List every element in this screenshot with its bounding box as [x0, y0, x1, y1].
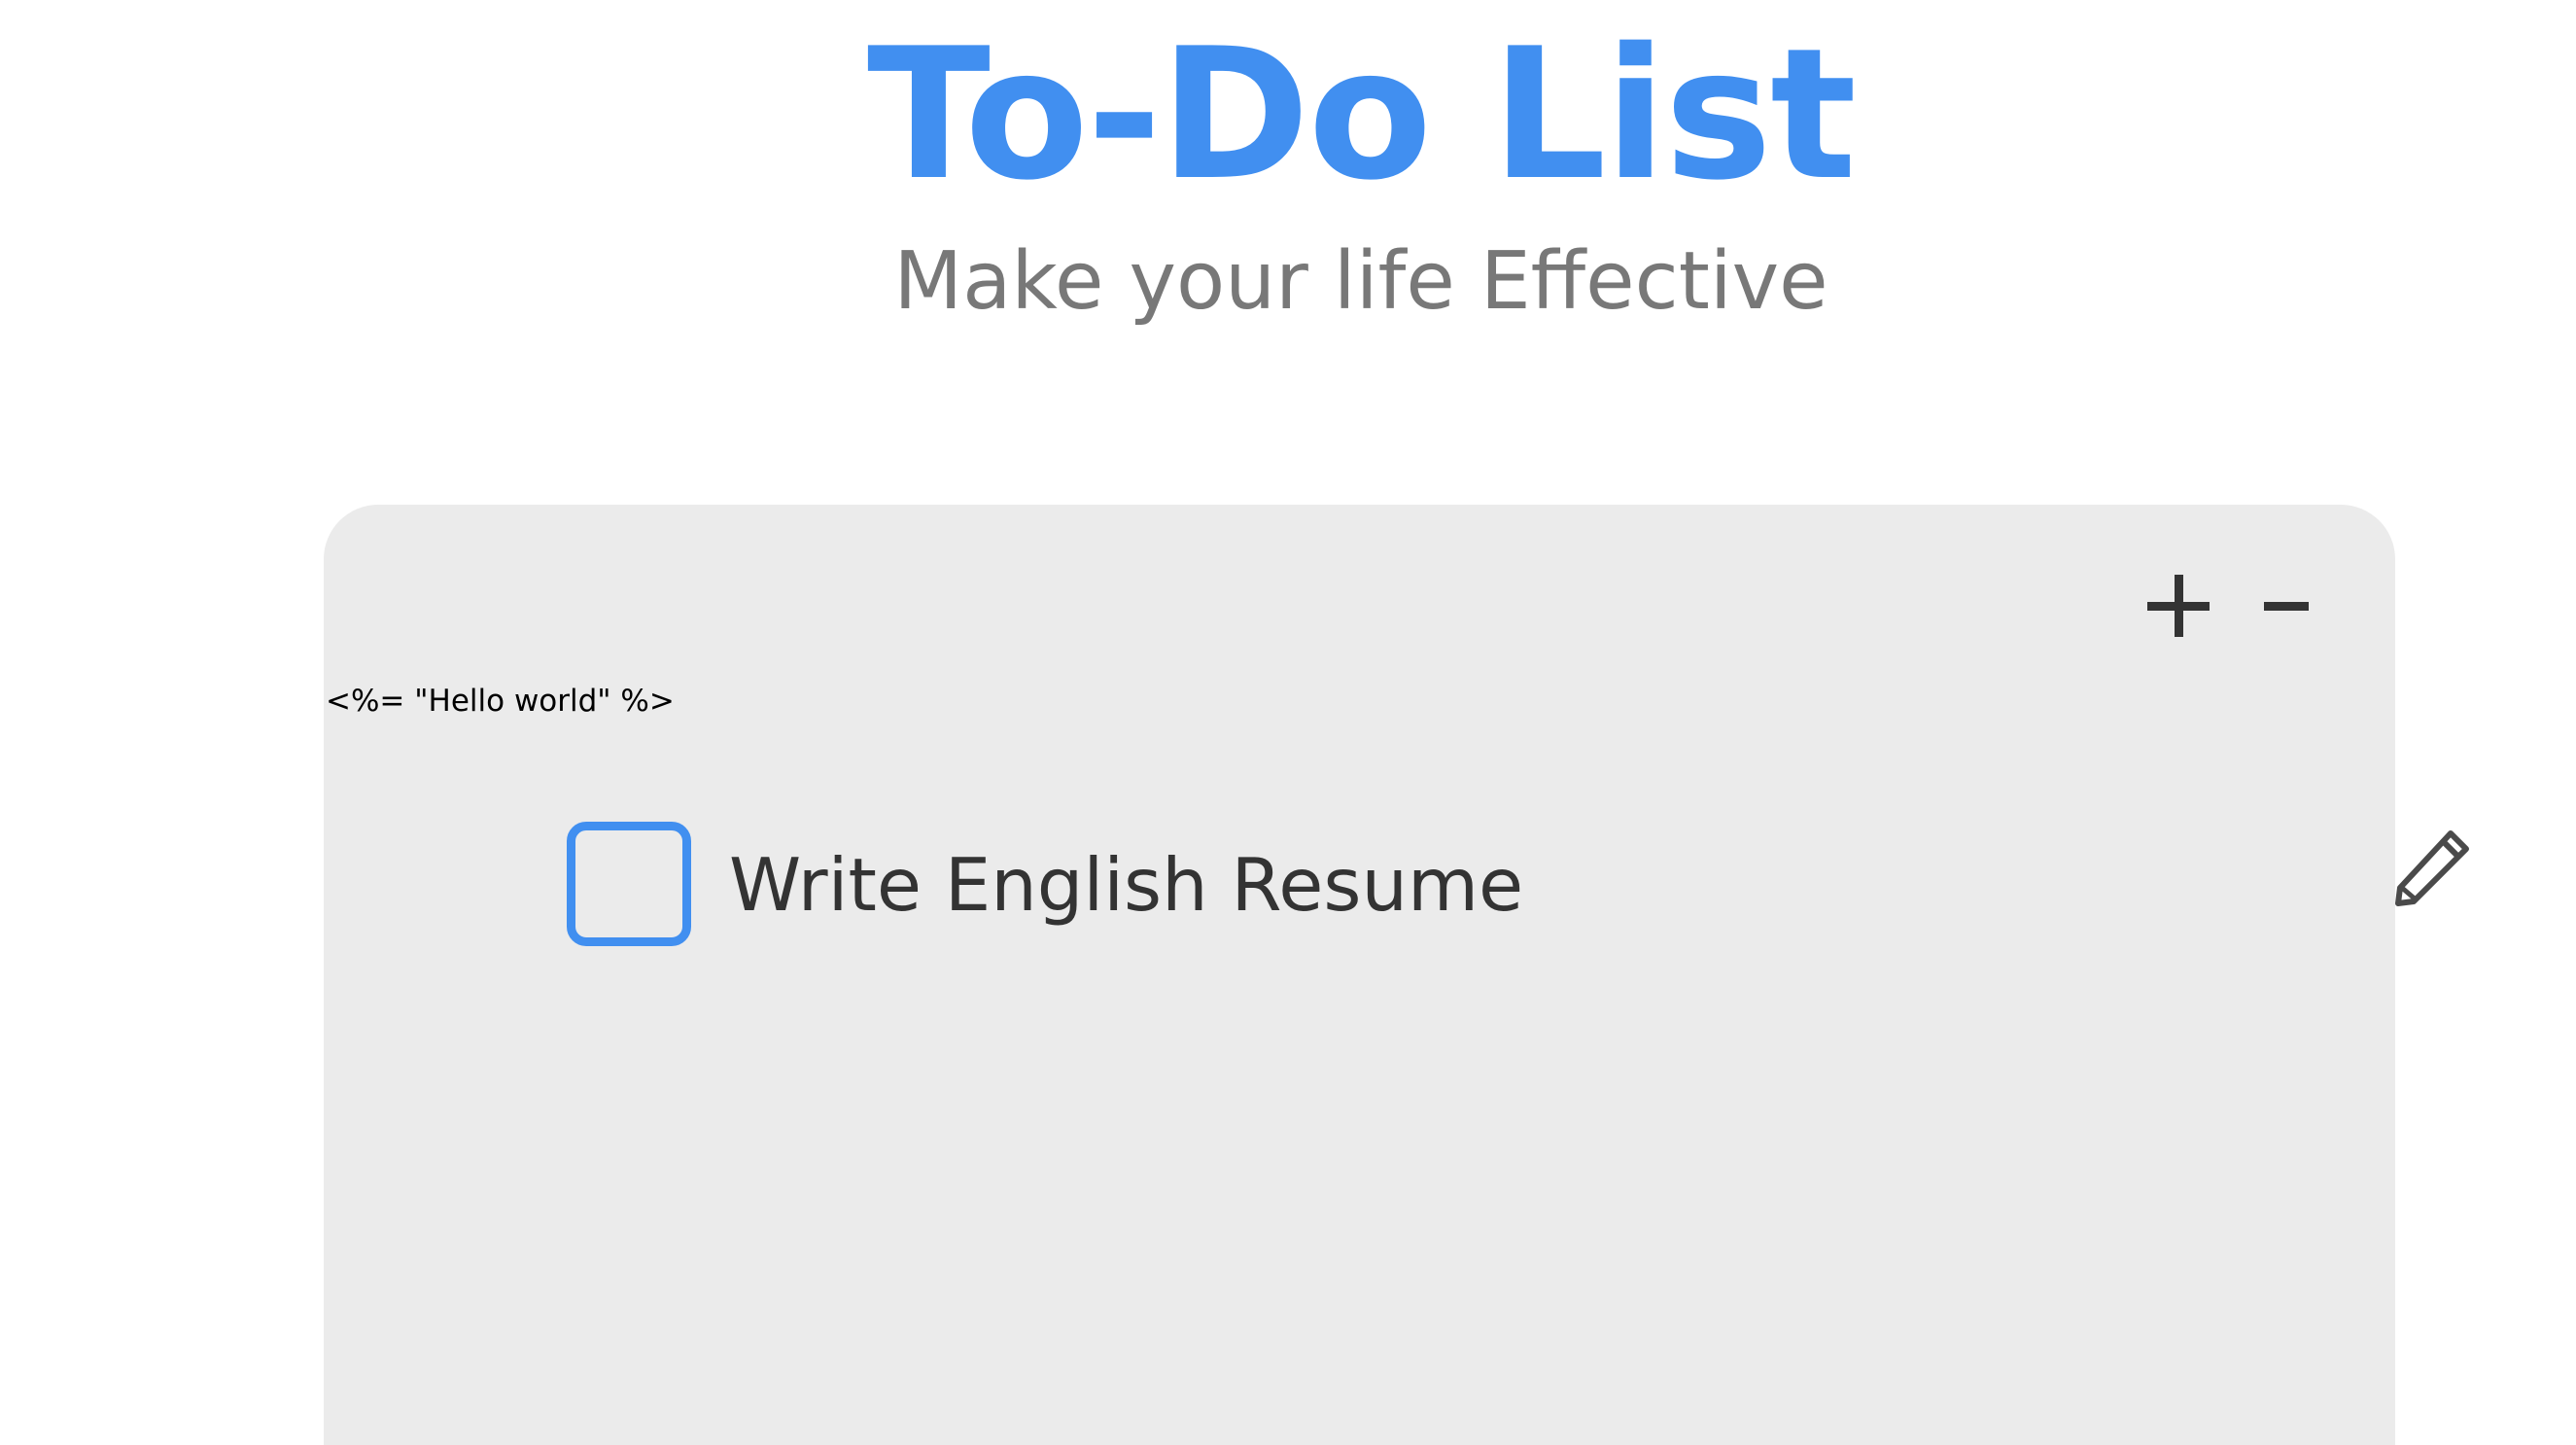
template-placeholder-text: <%= "Hello world" %>	[326, 684, 675, 719]
todo-item: Write English Resume	[567, 822, 2469, 948]
pencil-icon	[2390, 826, 2474, 909]
page-subtitle: Make your life Effective	[893, 235, 1828, 328]
todo-checkbox[interactable]	[567, 822, 691, 946]
todo-item-text: Write English Resume	[729, 842, 1524, 928]
page-title: To-Do List	[867, 9, 1857, 220]
page: To-Do List Make your life Effective <%= …	[0, 0, 2576, 1445]
edit-item-button[interactable]	[2390, 826, 2474, 909]
todo-card: <%= "Hello world" %> Write English Resum…	[324, 505, 2469, 1445]
remove-item-button[interactable]	[2264, 600, 2309, 614]
add-item-button[interactable]	[2147, 575, 2210, 637]
